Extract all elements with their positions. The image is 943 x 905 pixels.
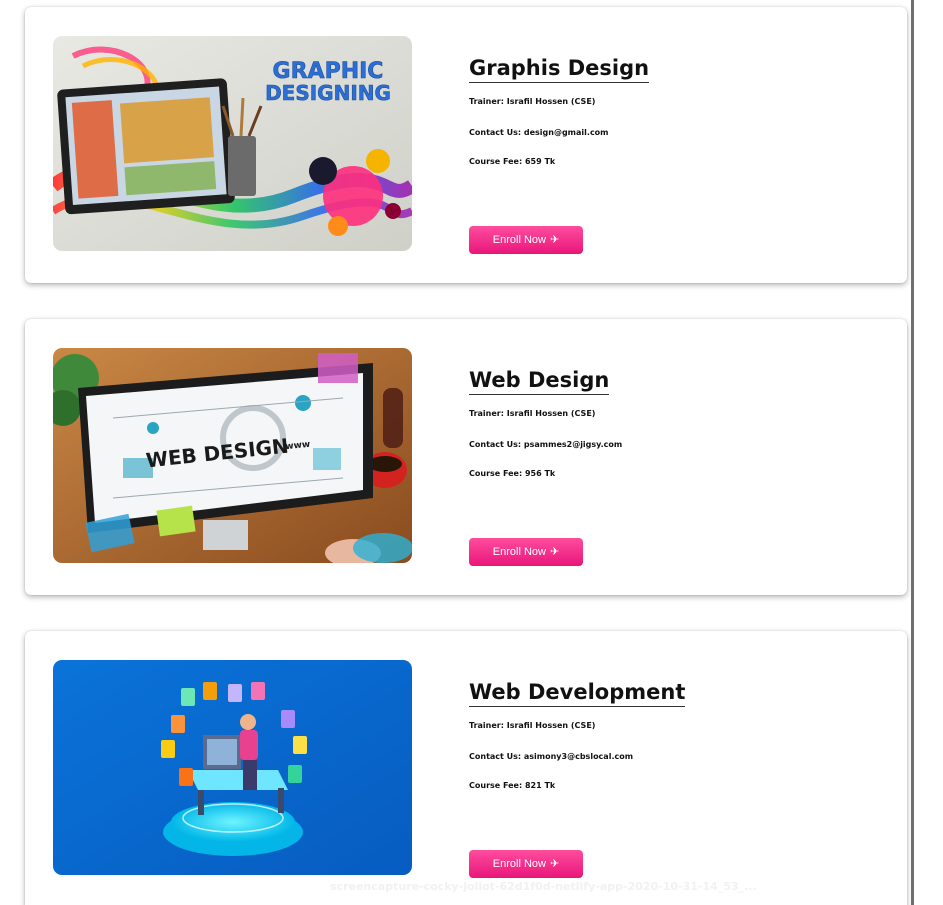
course-trainer: Trainer: Israfil Hossen (CSE) [469,721,596,730]
course-title: Graphis Design [469,55,650,83]
page-edge-divider [911,0,914,905]
airplane-icon: ✈ [549,857,560,870]
course-fee: Course Fee: 659 Tk [469,157,556,166]
course-title: Web Design [469,367,610,395]
course-fee: Course Fee: 821 Tk [469,781,556,790]
course-trainer: Trainer: Israfil Hossen (CSE) [469,97,596,106]
enroll-now-label: Enroll Now [492,858,546,870]
course-card-web-development: Web Development Trainer: Israfil Hossen … [25,631,907,905]
course-contact: Contact Us: design@gmail.com [469,128,609,137]
capture-watermark: screencapture-cocky-joliot-62d1f0d-netli… [330,880,757,893]
enroll-now-label: Enroll Now [492,234,546,246]
course-card-graphic-design: GRAPHIC DESIGNING Graphis Design Trainer… [25,7,907,283]
course-title: Web Development [469,679,686,707]
airplane-icon: ✈ [549,233,560,246]
course-image-web-development [53,660,412,875]
course-image-graphic-design: GRAPHIC DESIGNING [53,36,412,251]
course-image-web-design: WEB DESIGN www [53,348,412,563]
course-contact: Contact Us: psammes2@jigsy.com [469,440,623,449]
image-title-line-2: DESIGNING [265,81,391,105]
enroll-now-label: Enroll Now [492,546,546,558]
enroll-now-button[interactable]: Enroll Now ✈ [469,538,583,566]
course-fee: Course Fee: 956 Tk [469,469,556,478]
course-trainer: Trainer: Israfil Hossen (CSE) [469,409,596,418]
course-contact: Contact Us: asimony3@cbslocal.com [469,752,634,761]
enroll-now-button[interactable]: Enroll Now ✈ [469,850,583,878]
airplane-icon: ✈ [549,545,560,558]
course-card-web-design: WEB DESIGN www Web Design Trainer: Israf… [25,319,907,595]
enroll-now-button[interactable]: Enroll Now ✈ [469,226,583,254]
course-list-page: GRAPHIC DESIGNING Graphis Design Trainer… [0,0,943,905]
